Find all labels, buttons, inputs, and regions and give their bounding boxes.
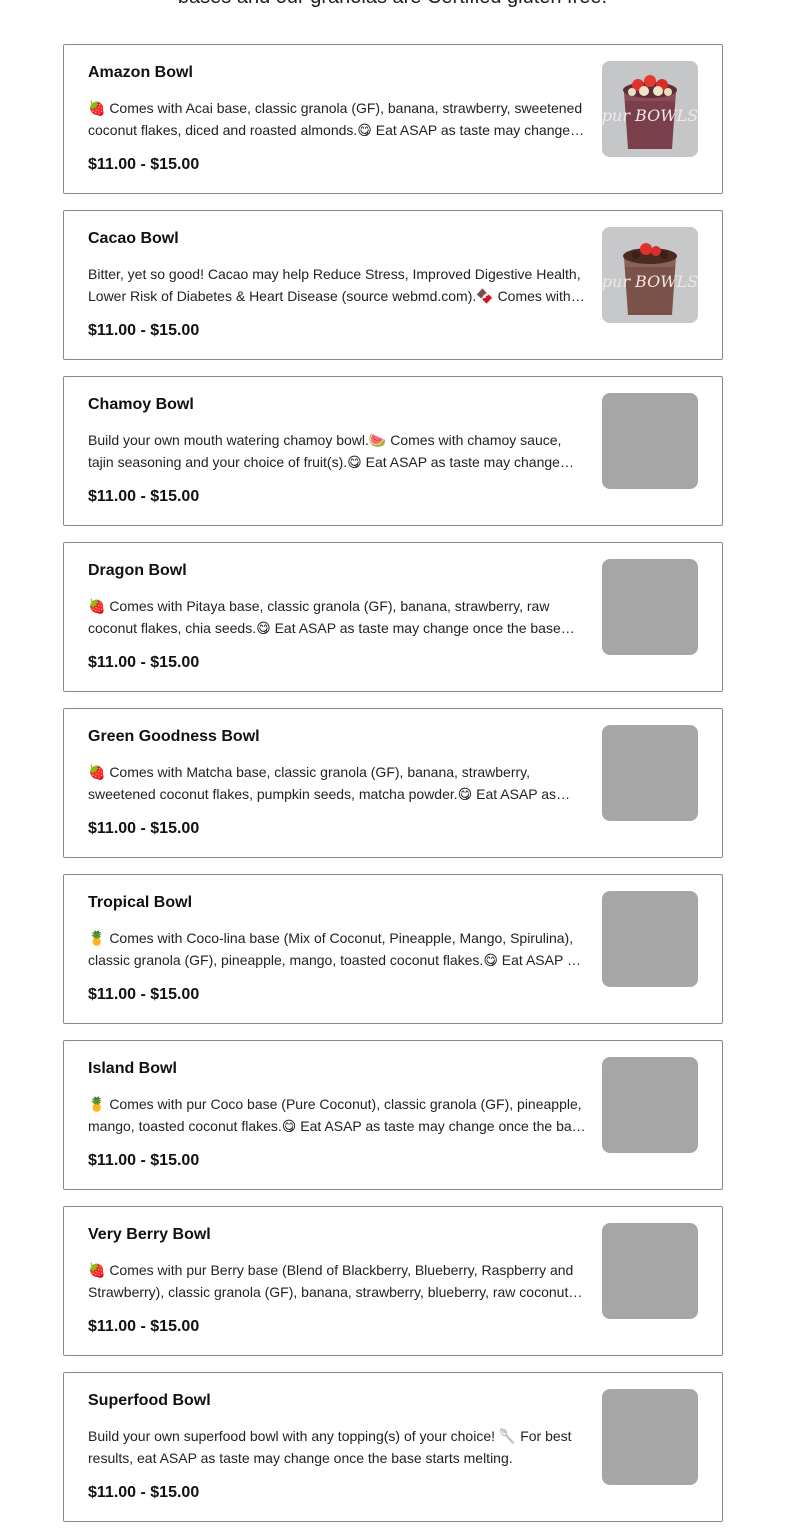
menu-item-card[interactable]: Green Goodness Bowl 🍓 Comes with Matcha …: [63, 708, 723, 858]
menu-item-name: Chamoy Bowl: [88, 396, 194, 413]
menu-item-price: $11.00 - $15.00: [88, 322, 200, 339]
menu-item-description: 🍓 Comes with Pitaya base, classic granol…: [88, 598, 561, 636]
menu-item-card[interactable]: Superfood Bowl Build your own superfood …: [63, 1372, 723, 1522]
cacao-bowl-image: pur BOWLS: [602, 227, 698, 323]
menu-item-card[interactable]: Amazon Bowl 🍓 Comes with Acai base, clas…: [63, 44, 723, 194]
menu-item-price: $11.00 - $15.00: [88, 820, 200, 837]
menu-section-intro: bases and our granolas are Certified glu…: [0, 0, 785, 10]
image-placeholder: [602, 891, 698, 987]
acai-bowl-photo: pur BOWLS: [602, 61, 698, 157]
menu-item-price: $11.00 - $15.00: [88, 156, 200, 173]
menu-item-price: $11.00 - $15.00: [88, 1484, 200, 1501]
menu-item-price: $11.00 - $15.00: [88, 1318, 200, 1335]
menu-item-card[interactable]: Dragon Bowl 🍓 Comes with Pitaya base, cl…: [63, 542, 723, 692]
menu-item-name: Tropical Bowl: [88, 894, 193, 911]
menu-item-name: Very Berry Bowl: [88, 1226, 211, 1243]
menu-item-price: $11.00 - $15.00: [88, 654, 200, 671]
menu-item-price: $11.00 - $15.00: [88, 1152, 200, 1169]
menu-item-description: 🍓 Comes with pur Berry base (Blend of Bl…: [88, 1262, 574, 1300]
menu-item-description: Build your own mouth watering chamoy bow…: [88, 432, 562, 470]
menu-item-card[interactable]: Tropical Bowl 🍍 Comes with Coco-lina bas…: [63, 874, 723, 1024]
menu-item-description: Bitter, yet so good! Cacao may help Redu…: [88, 266, 581, 304]
menu-item-name: Island Bowl: [88, 1060, 177, 1077]
menu-item-description: 🍍 Comes with Coco-lina base (Mix of Coco…: [88, 930, 582, 968]
menu-item-price: $11.00 - $15.00: [88, 986, 200, 1003]
menu-item-price: $11.00 - $15.00: [88, 488, 200, 505]
menu-item-name: Green Goodness Bowl: [88, 728, 260, 745]
menu-item-card[interactable]: Very Berry Bowl 🍓 Comes with pur Berry b…: [63, 1206, 723, 1356]
image-placeholder: [602, 559, 698, 655]
image-placeholder: [602, 1389, 698, 1485]
menu-item-description: 🍓 Comes with Matcha base, classic granol…: [88, 764, 557, 802]
menu-item-name: Amazon Bowl: [88, 64, 193, 81]
menu-item-card[interactable]: Island Bowl 🍍 Comes with pur Coco base (…: [63, 1040, 723, 1190]
svg-text:pur BOWLS: pur BOWLS: [602, 106, 698, 125]
menu-item-description: 🍓 Comes with Acai base, classic granola …: [88, 100, 583, 138]
menu-item-description: 🍍 Comes with pur Coco base (Pure Coconut…: [88, 1096, 587, 1134]
image-placeholder: [602, 1057, 698, 1153]
menu-item-card[interactable]: Chamoy Bowl Build your own mouth waterin…: [63, 376, 723, 526]
menu-item-name: Cacao Bowl: [88, 230, 179, 247]
svg-text:pur BOWLS: pur BOWLS: [602, 272, 698, 291]
image-placeholder: [602, 1223, 698, 1319]
cacao-bowl-photo: pur BOWLS: [602, 227, 698, 323]
menu-item-list: Amazon Bowl 🍓 Comes with Acai base, clas…: [63, 44, 723, 1538]
menu-item-description: Build your own superfood bowl with any t…: [88, 1428, 572, 1466]
menu-item-name: Superfood Bowl: [88, 1392, 211, 1409]
image-placeholder: [602, 393, 698, 489]
menu-item-name: Dragon Bowl: [88, 562, 187, 579]
image-placeholder: [602, 725, 698, 821]
acai-bowl-image: pur BOWLS: [602, 61, 698, 157]
menu-item-card[interactable]: Cacao Bowl Bitter, yet so good! Cacao ma…: [63, 210, 723, 360]
